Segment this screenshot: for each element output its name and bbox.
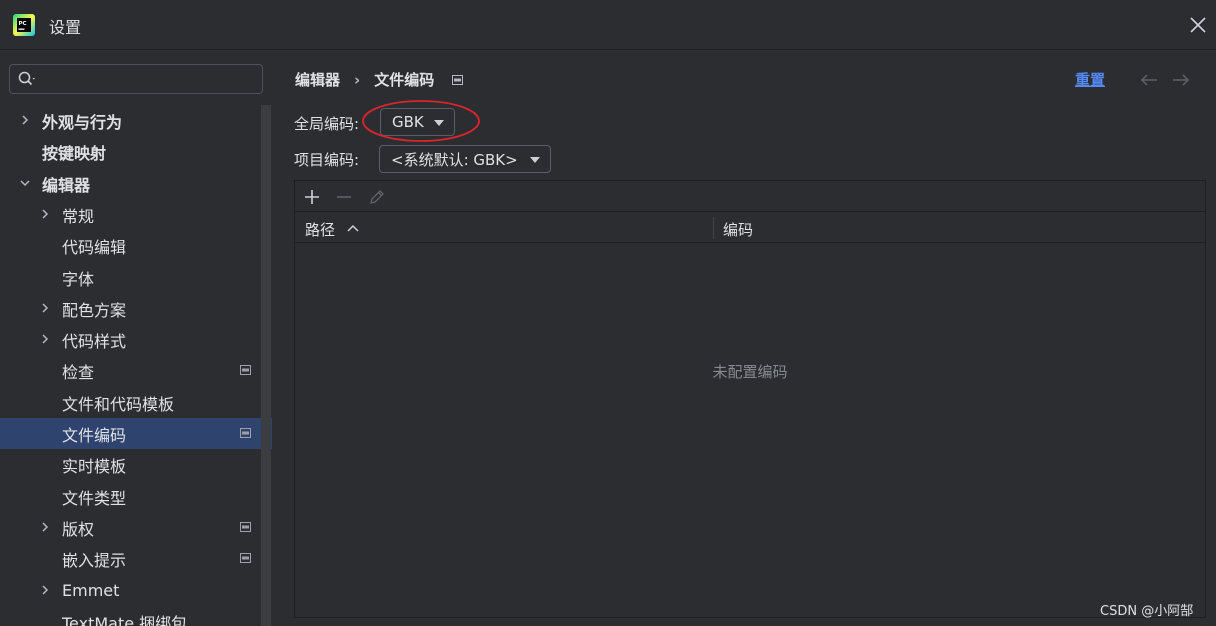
- project-level-icon: [240, 522, 251, 532]
- search-icon: [18, 71, 35, 86]
- settings-tree: 外观与行为按键映射编辑器常规代码编辑字体配色方案代码样式检查文件和代码模板 文件编…: [0, 105, 272, 626]
- arrow-left-icon[interactable]: [1140, 73, 1158, 87]
- project-encoding-combo[interactable]: <系统默认: GBK>: [379, 145, 551, 173]
- breadcrumb-item-editor[interactable]: 编辑器: [295, 69, 340, 90]
- chevron-right-icon[interactable]: [39, 302, 51, 314]
- sidebar-item[interactable]: 按键映射: [0, 136, 272, 167]
- chevron-right-icon[interactable]: [39, 521, 51, 533]
- sidebar-item-label: 文件类型: [62, 488, 127, 508]
- sidebar-item-label: Emmet: [62, 581, 120, 600]
- main-panel: 编辑器 › 文件编码 重置 全局编码: GBK 项目编码: <系统默认: GBK…: [273, 51, 1216, 626]
- sidebar-item-label: 版权: [62, 519, 95, 539]
- sidebar-item[interactable]: 编辑器: [0, 168, 272, 199]
- sidebar-item[interactable]: 检查: [0, 355, 272, 386]
- sidebar-item-label: 检查: [62, 362, 95, 382]
- settings-search[interactable]: [9, 64, 263, 94]
- sort-ascending-icon: [347, 224, 359, 232]
- add-icon[interactable]: [302, 187, 322, 207]
- sidebar-item-label: 嵌入提示: [62, 550, 127, 570]
- chevron-right-icon[interactable]: [39, 584, 51, 596]
- settings-sidebar: 外观与行为按键映射编辑器常规代码编辑字体配色方案代码样式检查文件和代码模板 文件编…: [0, 51, 272, 626]
- sidebar-item[interactable]: 文件编码: [0, 418, 272, 449]
- sidebar-item-label: 编辑器: [42, 175, 91, 195]
- column-divider[interactable]: [713, 217, 714, 239]
- sidebar-item[interactable]: 外观与行为: [0, 105, 272, 136]
- encoding-table-panel: 路径 编码 未配置编码: [294, 180, 1206, 618]
- sidebar-item-label: 代码编辑: [62, 237, 127, 257]
- sidebar-item[interactable]: 配色方案: [0, 293, 272, 324]
- project-encoding-value: <系统默认: GBK>: [391, 150, 518, 169]
- sidebar-item-label: 代码样式: [62, 331, 127, 351]
- window-title: 设置: [49, 18, 82, 37]
- watermark: CSDN @小阿郜: [1100, 604, 1194, 619]
- sidebar-item[interactable]: Emmet: [0, 575, 272, 606]
- column-header-encoding[interactable]: 编码: [723, 219, 753, 240]
- sidebar-item[interactable]: 文件和代码模板: [0, 387, 272, 418]
- table-toolbar: [295, 181, 1205, 212]
- svg-text:PC: PC: [19, 21, 27, 27]
- project-level-icon: [452, 74, 464, 85]
- breadcrumb-separator: ›: [354, 70, 361, 89]
- sidebar-item[interactable]: 实时模板: [0, 449, 272, 480]
- breadcrumb: 编辑器 › 文件编码: [295, 69, 464, 90]
- sidebar-scrollbar[interactable]: [261, 105, 271, 626]
- table-header: 路径 编码: [295, 213, 1205, 243]
- global-encoding-combo[interactable]: GBK: [380, 108, 455, 136]
- arrow-right-icon[interactable]: [1172, 73, 1190, 87]
- column-header-path[interactable]: 路径: [305, 219, 335, 240]
- settings-window: PC 设置 外观与行为 按键映射 编辑器 常规 代码编辑 字体 配色方案 代码样式 检查 文件和代…: [0, 0, 1216, 626]
- title-bar: PC 设置: [0, 0, 1216, 50]
- sidebar-item-label: 按键映射: [42, 143, 107, 163]
- chevron-down-icon: [530, 157, 540, 163]
- sidebar-item[interactable]: 字体: [0, 262, 272, 293]
- chevron-right-icon[interactable]: [39, 208, 51, 220]
- reset-link[interactable]: 重置: [1075, 69, 1105, 90]
- project-level-icon: [240, 428, 251, 438]
- chevron-down-icon[interactable]: [19, 177, 31, 189]
- sidebar-item[interactable]: 文件类型: [0, 481, 272, 512]
- sidebar-item-label: 配色方案: [62, 300, 127, 320]
- sidebar-item-label: 外观与行为: [42, 112, 123, 132]
- chevron-down-icon: [434, 120, 444, 126]
- sidebar-item[interactable]: 代码编辑: [0, 230, 272, 261]
- sidebar-item[interactable]: 版权: [0, 512, 272, 543]
- global-encoding-value: GBK: [392, 113, 424, 131]
- sidebar-item-label: 文件编码: [62, 425, 127, 445]
- global-encoding-label: 全局编码:: [294, 115, 360, 133]
- empty-table-message: 未配置编码: [712, 363, 788, 381]
- sidebar-item[interactable]: 常规: [0, 199, 272, 230]
- chevron-right-icon[interactable]: [19, 114, 31, 126]
- sidebar-item[interactable]: TextMate 捆绑包: [0, 606, 272, 626]
- close-icon[interactable]: [1186, 13, 1210, 37]
- chevron-right-icon[interactable]: [39, 333, 51, 345]
- sidebar-item-label: 常规: [62, 206, 95, 226]
- project-level-icon: [240, 553, 251, 563]
- sidebar-item[interactable]: 代码样式: [0, 324, 272, 355]
- breadcrumb-item-file-encodings: 文件编码: [374, 71, 435, 89]
- edit-icon[interactable]: [367, 187, 387, 207]
- sidebar-item-label: TextMate 捆绑包: [62, 613, 188, 626]
- sidebar-item[interactable]: 嵌入提示: [0, 543, 272, 574]
- sidebar-item-label: 实时模板: [62, 456, 127, 476]
- sidebar-item-label: 文件和代码模板: [62, 394, 175, 414]
- search-input[interactable]: [44, 68, 254, 90]
- remove-icon[interactable]: [334, 187, 354, 207]
- project-level-icon: [240, 365, 251, 375]
- pycharm-logo-icon: PC: [13, 14, 35, 36]
- sidebar-item-label: 字体: [62, 269, 95, 289]
- project-encoding-label: 项目编码:: [294, 151, 360, 169]
